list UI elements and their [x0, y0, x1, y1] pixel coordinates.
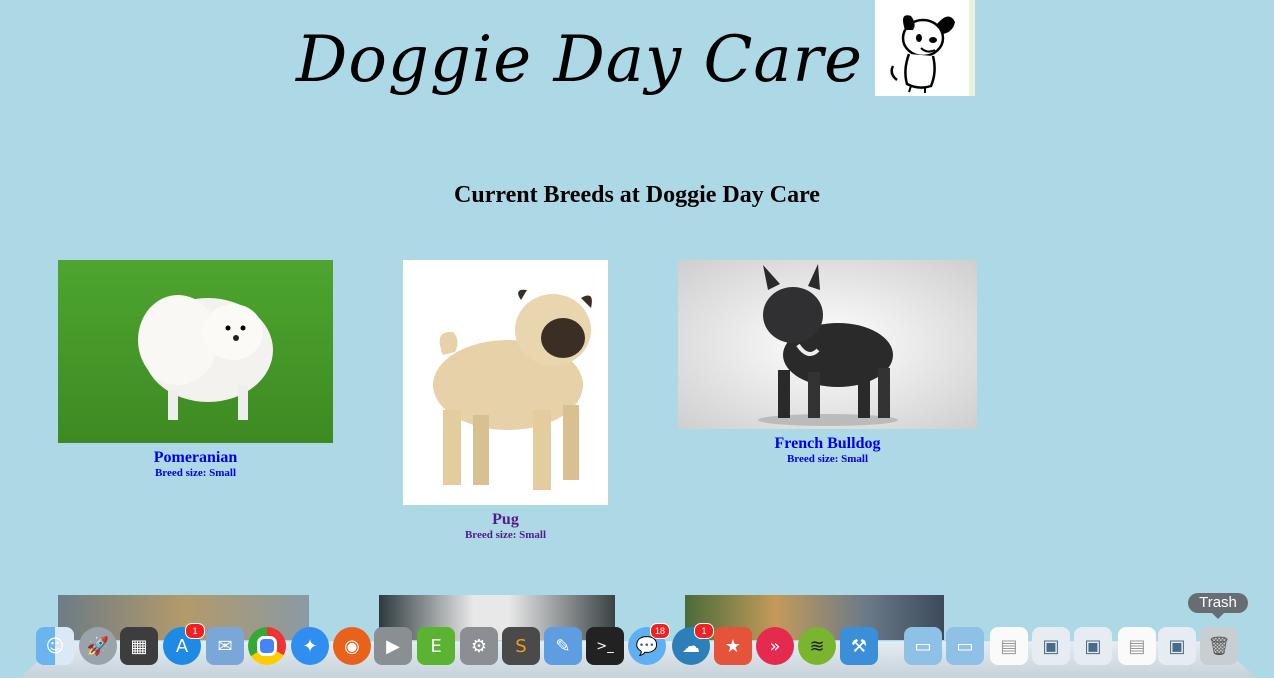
breed-name[interactable]: French Bulldog [678, 435, 977, 453]
trash-icon[interactable]: 🗑 [1200, 627, 1238, 665]
site-title: Doggie Day Care [296, 23, 864, 97]
pocket-icon[interactable]: » [756, 627, 794, 665]
messages-badge: 18 [650, 623, 670, 639]
pomeranian-photo[interactable] [58, 260, 333, 443]
mission-control-icon[interactable]: ▦ [120, 627, 158, 665]
document-icon[interactable]: ▤ [1118, 627, 1156, 665]
system-preferences-icon[interactable]: ⚙ [460, 627, 498, 665]
terminal-icon[interactable]: >_ [586, 627, 624, 665]
facetime-icon[interactable]: ▶ [374, 627, 412, 665]
spotify-icon[interactable]: ≋ [798, 627, 836, 665]
page: Doggie Day Care Current Breeds at Doggie… [0, 0, 1274, 678]
firefox-icon[interactable]: ◉ [333, 627, 371, 665]
breed-card-french-bulldog[interactable]: French Bulldog Breed size: Small [678, 260, 977, 466]
window-icon[interactable]: ▣ [1032, 627, 1070, 665]
breed-card-pug[interactable]: Pug Breed size: Small [403, 260, 608, 542]
breed-size[interactable]: Breed size: Small [678, 453, 977, 466]
chrome-icon[interactable] [248, 627, 286, 665]
xcode-icon[interactable]: ✎ [544, 627, 582, 665]
app-store-icon[interactable]: A1 [163, 623, 205, 665]
wunderlist-icon[interactable]: ★ [714, 627, 752, 665]
safari-icon[interactable]: ✦ [291, 627, 329, 665]
dog-logo-icon [875, 0, 975, 96]
pug-photo[interactable] [403, 260, 608, 505]
evernote-icon[interactable]: E [417, 627, 455, 665]
window-icon[interactable]: ▣ [1158, 627, 1196, 665]
finder-icon[interactable]: ☺ [36, 627, 74, 665]
chat-icon[interactable]: ☁ 1 [672, 623, 714, 665]
trash-tooltip: Trash [1188, 593, 1248, 619]
folder-icon[interactable]: ▭ [946, 627, 984, 665]
breed-size[interactable]: Breed size: Small [58, 467, 333, 480]
breed-name[interactable]: Pomeranian [58, 449, 333, 467]
breed-name[interactable]: Pug [403, 511, 608, 529]
chat-badge: 1 [694, 623, 714, 639]
window-icon[interactable]: ▣ [1074, 627, 1112, 665]
breed-size[interactable]: Breed size: Small [403, 529, 608, 542]
launchpad-icon[interactable]: 🚀 [79, 627, 117, 665]
document-icon[interactable]: ▤ [990, 627, 1028, 665]
messages-icon[interactable]: 💬 18 [628, 623, 670, 665]
breeds-heading: Current Breeds at Doggie Day Care [454, 182, 820, 208]
folder-icon[interactable]: ▭ [904, 627, 942, 665]
breed-card-pomeranian[interactable]: Pomeranian Breed size: Small [58, 260, 333, 480]
sublime-text-icon[interactable]: S [502, 627, 540, 665]
app-store-badge: 1 [185, 623, 205, 639]
french-bulldog-photo[interactable] [678, 260, 977, 429]
mail-icon[interactable]: ✉ [206, 627, 244, 665]
instruments-icon[interactable]: ⚒ [840, 627, 878, 665]
